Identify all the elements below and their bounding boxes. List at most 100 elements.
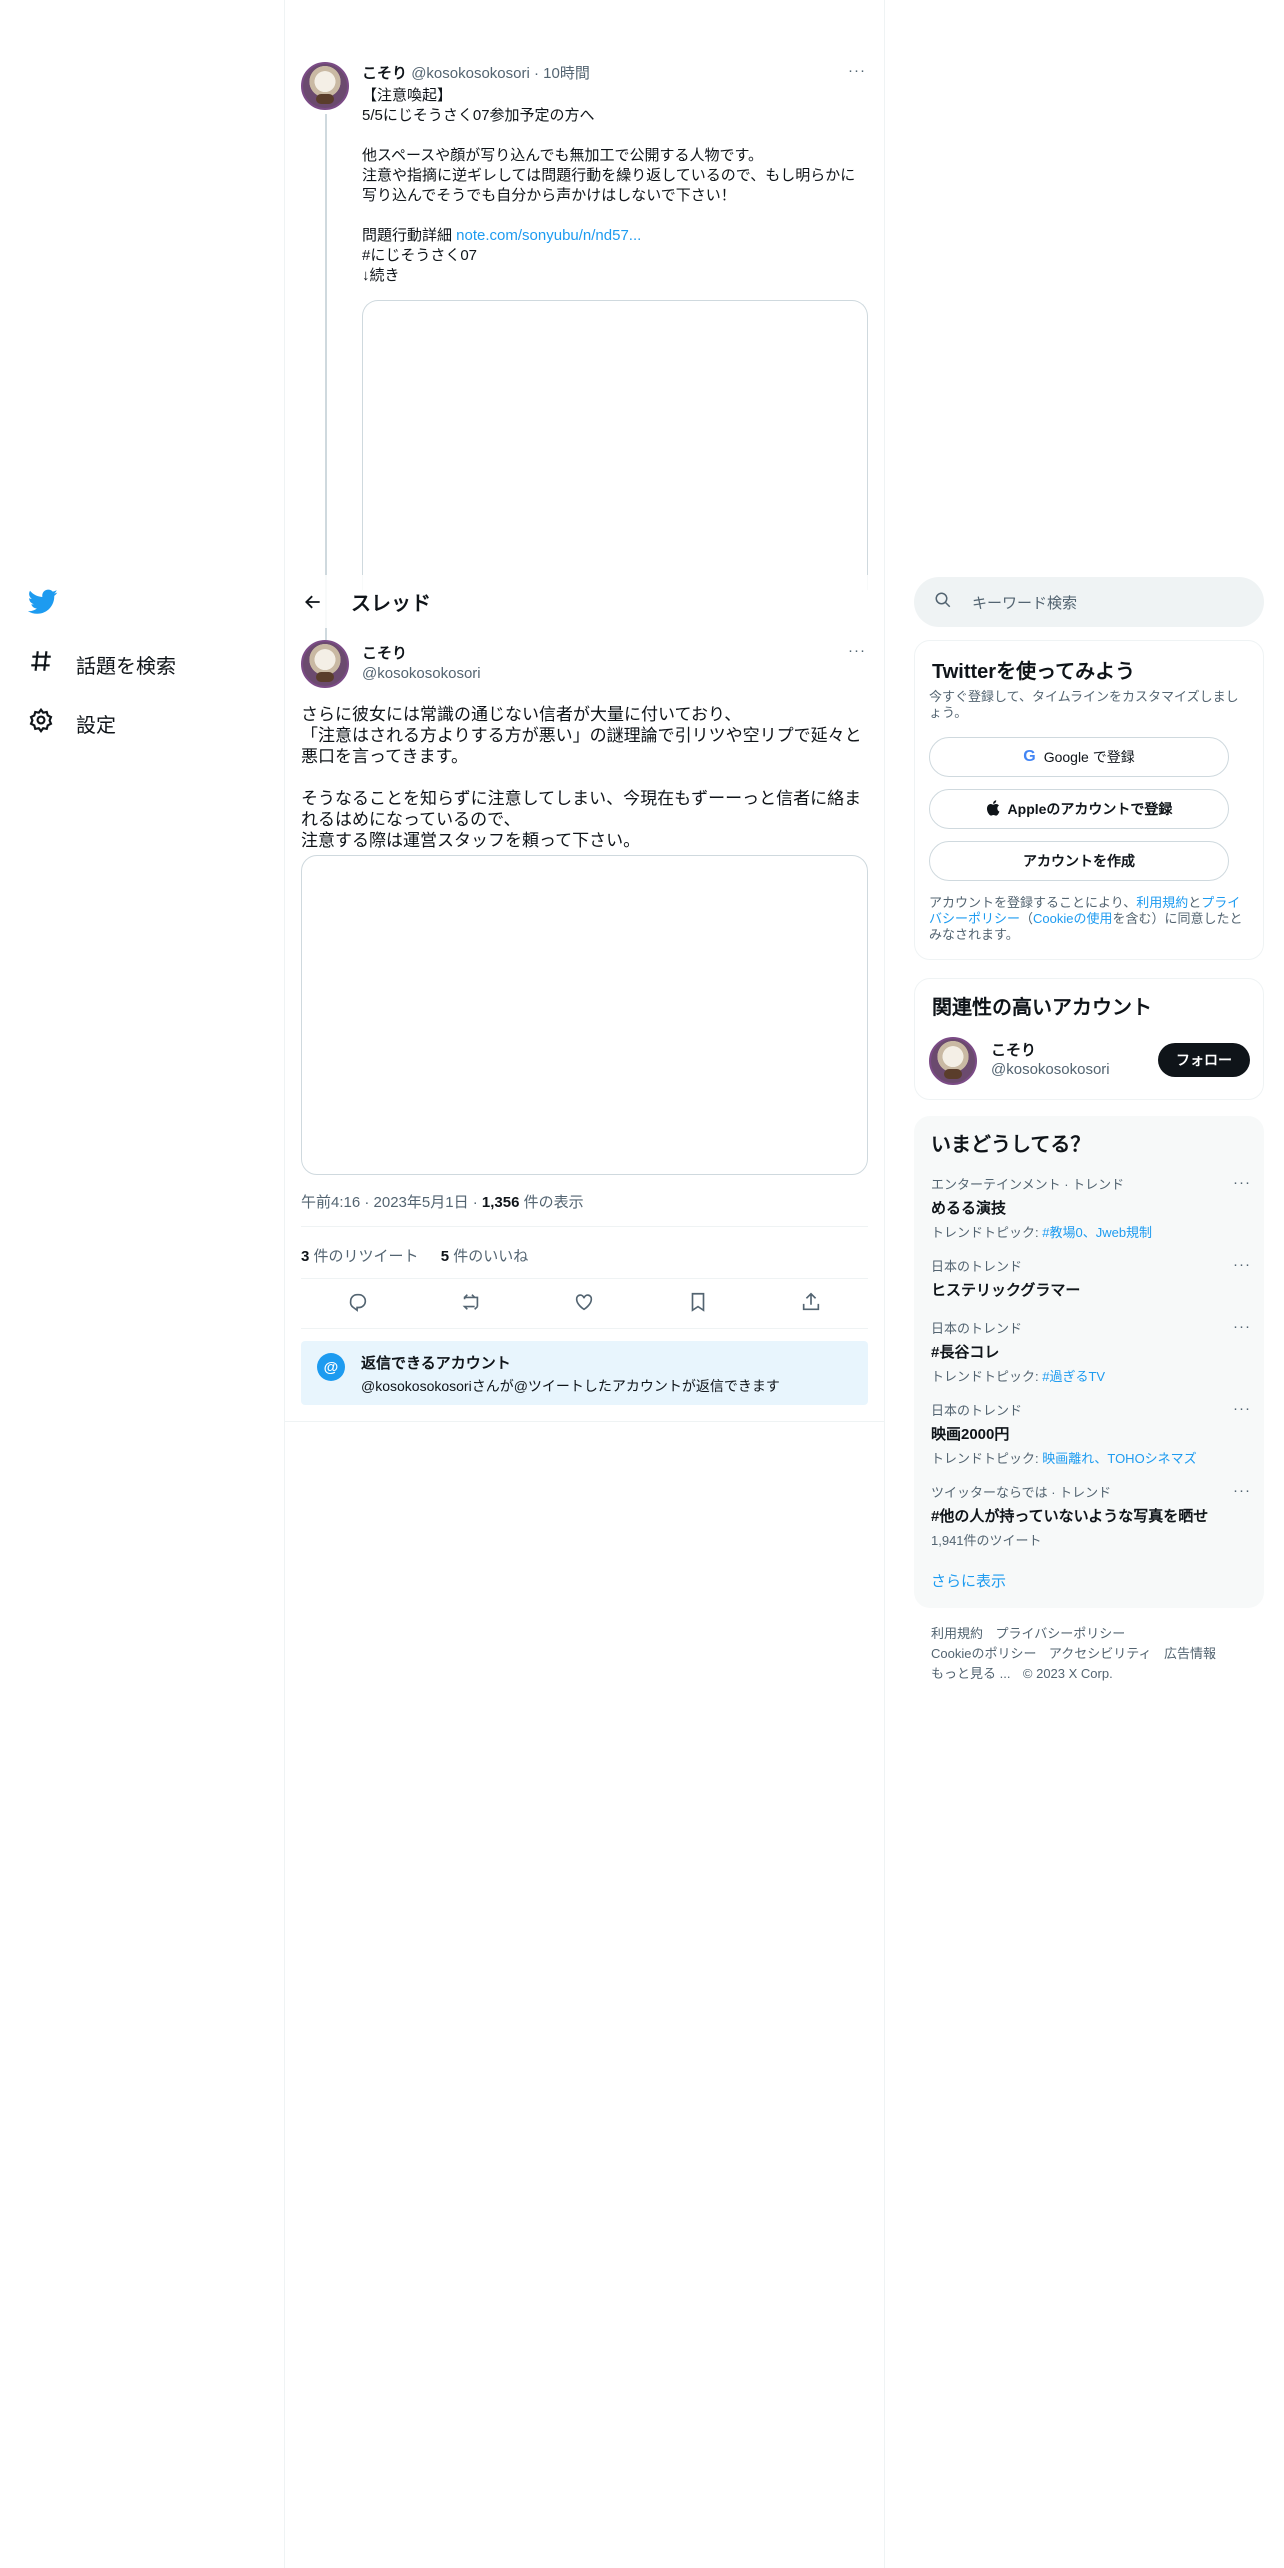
trend-sub-label: トレンドトピック: [931, 1225, 1043, 1240]
tweet-line: 注意や指摘に逆ギレしては問題行動を繰り返しているので、もし明らかに [362, 167, 856, 184]
thread-header: スレッド [285, 575, 884, 628]
search-bar[interactable]: キーワード検索 [914, 577, 1264, 627]
avatar[interactable] [929, 1037, 977, 1085]
divider [285, 1421, 884, 1422]
more-icon[interactable]: ··· [1233, 1482, 1251, 1499]
trend-item[interactable]: 日本のトレンド 映画2000円 トレンドトピック: 映画離れ、TOHOシネマズ … [931, 1400, 1251, 1467]
legal-text: アカウントを登録することにより、 [929, 895, 1137, 910]
follow-button[interactable]: フォロー [1158, 1043, 1250, 1077]
parent-tweet-header: こそり @kosokosokosori · 10時間 [362, 64, 590, 84]
main-tweet-author[interactable]: こそり @kosokosokosori [362, 642, 481, 682]
trend-item[interactable]: エンターテインメント · トレンド めるる演技 トレンドトピック: #教場0、J… [931, 1174, 1251, 1241]
footer-link[interactable]: 広告情報 [1164, 1646, 1216, 1661]
main-tweet-text: さらに彼女には常識の通じない信者が大量に付いており、 「注意はされる方よりする方… [301, 704, 868, 851]
like-icon[interactable] [573, 1291, 595, 1318]
apple-signup-button[interactable]: Appleのアカウントで登録 [929, 789, 1229, 829]
footer-link[interactable]: プライバシーポリシー [995, 1626, 1125, 1641]
detail-link[interactable]: note.com/sonyubu/n/nd57... [456, 227, 641, 244]
nav-settings[interactable]: 設定 [28, 707, 116, 739]
page-title: スレッド [351, 593, 431, 615]
trend-sub-link[interactable]: #過ぎるTV [1042, 1369, 1105, 1384]
avatar[interactable] [301, 62, 349, 110]
main-tweet-media[interactable] [301, 855, 868, 1175]
reply-restriction-notice: @ 返信できるアカウント @kosokosokosoriさんが@ツイートしたアカ… [301, 1341, 868, 1405]
footer-more-link[interactable]: もっと見る ... [931, 1666, 1010, 1681]
search-input[interactable]: キーワード検索 [972, 592, 1077, 613]
retweets-label: 件のリツイート [309, 1248, 419, 1265]
trend-item[interactable]: 日本のトレンド ヒステリックグラマー ··· [931, 1256, 1251, 1300]
tweet-line: れるはめになっているので、 [301, 810, 521, 829]
trend-item[interactable]: 日本のトレンド #長谷コレ トレンドトピック: #過ぎるTV ··· [931, 1318, 1251, 1385]
author-handle[interactable]: @kosokosokosori [362, 665, 481, 682]
bookmark-icon[interactable] [687, 1291, 709, 1318]
signup-title: Twitterを使ってみよう [932, 661, 1136, 683]
trends-title: いまどうしてる？ [931, 1134, 1091, 1156]
trend-item[interactable]: ツイッターならでは · トレンド #他の人が持っていないような写真を晒せ 1,9… [931, 1482, 1251, 1549]
nav-settings-label: 設定 [76, 714, 116, 737]
divider [301, 1278, 868, 1279]
tweet-line: さらに彼女には常識の通じない信者が大量に付いており、 [301, 705, 742, 724]
tweet-time[interactable]: · 10時間 [534, 65, 590, 82]
tweet-stats: 3 件のリツイート 5 件のいいね [301, 1245, 528, 1266]
related-handle[interactable]: @kosokosokosori [991, 1061, 1110, 1078]
footer-link[interactable]: アクセシビリティ [1049, 1646, 1152, 1661]
cookie-link[interactable]: Cookieの使用 [1033, 911, 1112, 926]
footer-link[interactable]: 利用規約 [931, 1626, 983, 1641]
create-account-label: アカウントを作成 [1023, 853, 1135, 869]
trend-category: 日本のトレンド [931, 1321, 1023, 1336]
copyright-text: © 2023 X Corp. [1022, 1666, 1113, 1681]
tweet-timestamp[interactable]: 午前4:16 · 2023年5月1日 · [301, 1194, 482, 1211]
trend-sub-link[interactable]: #教場0、Jweb規制 [1042, 1225, 1152, 1240]
more-icon[interactable]: ··· [1233, 1174, 1251, 1191]
views-count: 1,356 [481, 1194, 520, 1211]
author-name[interactable]: こそり [362, 65, 407, 82]
tweet-line: 写り込んでそうでも自分から声かけはしないで下さい！ [362, 187, 736, 204]
twitter-logo-icon[interactable] [27, 589, 58, 620]
more-icon[interactable]: ··· [848, 62, 866, 79]
tweet-line: 他スペースや顔が写り込んでも無加工で公開する人物です。 [362, 147, 763, 164]
tweet-line: 「注意はされる方よりする方が悪い」の謎理論で引リツや空リプで延々と [301, 726, 862, 745]
nav-explore[interactable]: 話題を検索 [28, 648, 176, 680]
trend-tweet-count: 1,941件のツイート [931, 1533, 1042, 1548]
related-name[interactable]: こそり [991, 1039, 1036, 1060]
show-more-link[interactable]: さらに表示 [931, 1570, 1006, 1591]
tweet-line: 注意する際は運営スタッフを頼って下さい。 [301, 831, 641, 850]
reply-icon[interactable] [347, 1291, 369, 1318]
terms-link[interactable]: 利用規約 [1136, 895, 1188, 910]
trend-name: #他の人が持っていないような写真を晒せ [931, 1508, 1209, 1525]
hashtag-link[interactable]: #にじそうさく07 [362, 246, 862, 266]
gear-icon [28, 707, 54, 739]
create-account-button[interactable]: アカウントを作成 [929, 841, 1229, 881]
trend-sub-link[interactable]: 映画離れ、TOHOシネマズ [1042, 1451, 1196, 1466]
more-icon[interactable]: ··· [1233, 1318, 1251, 1335]
reply-restriction-text: @kosokosokosoriさんが@ツイートしたアカウントが返信できます [361, 1378, 780, 1394]
trend-category: エンターテインメント · トレンド [931, 1177, 1125, 1192]
detail-line: 問題行動詳細 note.com/sonyubu/n/nd57... [362, 226, 862, 246]
divider [301, 1328, 868, 1329]
more-icon[interactable]: ··· [1233, 1400, 1251, 1417]
google-signup-label: Google で登録 [1043, 749, 1135, 765]
hashtag-icon [28, 648, 54, 680]
views-label: 件の表示 [519, 1194, 584, 1211]
share-icon[interactable] [800, 1291, 822, 1318]
footer-link[interactable]: Cookieのポリシー [931, 1646, 1036, 1661]
likes-stat[interactable]: 5 件のいいね [441, 1248, 529, 1265]
trend-sub-label: トレンドトピック: [931, 1451, 1043, 1466]
avatar[interactable] [301, 640, 349, 688]
signup-legal: アカウントを登録することにより、利用規約とプライバシーポリシー（Cookieの使… [929, 895, 1251, 943]
author-name[interactable]: こそり [362, 642, 481, 663]
author-handle[interactable]: @kosokosokosori [411, 65, 530, 82]
trend-name: #長谷コレ [931, 1344, 1000, 1361]
retweets-stat[interactable]: 3 件のリツイート [301, 1248, 419, 1265]
trends-card: いまどうしてる？ エンターテインメント · トレンド めるる演技 トレンドトピッ… [914, 1116, 1264, 1608]
arrow-left-icon[interactable] [285, 592, 341, 612]
more-icon[interactable]: ··· [1233, 1256, 1251, 1273]
parent-tweet-media[interactable] [362, 300, 868, 590]
google-signup-button[interactable]: G Google で登録 [929, 737, 1229, 777]
retweet-icon[interactable] [460, 1291, 482, 1318]
more-icon[interactable]: ··· [848, 642, 866, 659]
trend-category: ツイッターならでは · トレンド [931, 1485, 1112, 1500]
likes-label: 件のいいね [449, 1248, 529, 1265]
